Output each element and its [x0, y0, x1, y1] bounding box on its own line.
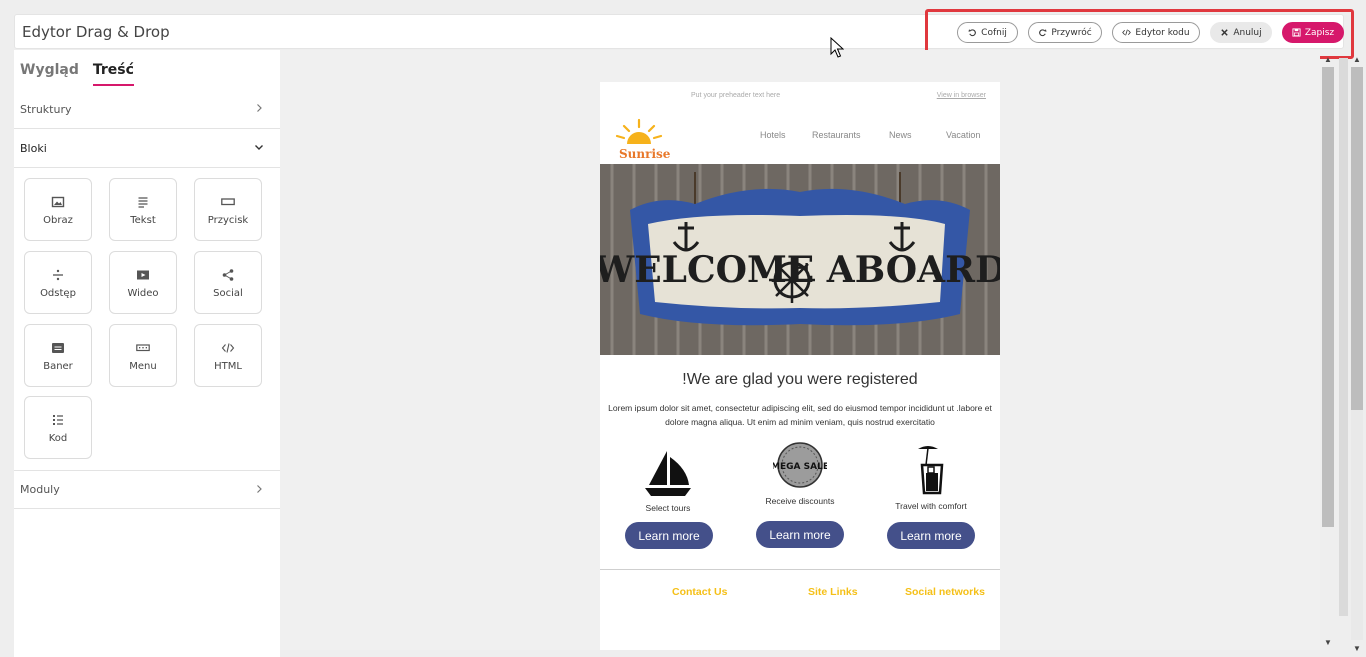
- feature-text: Travel with comfort: [895, 501, 967, 511]
- inner-scrollbar-track[interactable]: [1339, 58, 1348, 616]
- spacer-icon: [53, 269, 63, 281]
- nav-restaurants[interactable]: Restaurants: [812, 130, 861, 140]
- block-social-label: Social: [213, 288, 243, 299]
- code-editor-label: Edytor kodu: [1135, 27, 1190, 38]
- html-icon: [221, 343, 235, 353]
- tab-appearance[interactable]: Wygląd: [20, 62, 79, 86]
- footer-link-site-links[interactable]: Site Links: [808, 586, 858, 598]
- block-video-label: Wideo: [127, 288, 159, 299]
- footer-link-social[interactable]: Social networks: [905, 586, 985, 598]
- scroll-up-arrow-icon[interactable]: ▲: [1324, 55, 1332, 64]
- banner-icon: [52, 343, 64, 353]
- hero-image: WELCOME ABOARD: [600, 164, 1000, 355]
- section-blocks-label: Bloki: [20, 141, 47, 155]
- block-html[interactable]: HTML: [194, 324, 262, 387]
- editor-title: Edytor Drag & Drop: [22, 23, 170, 41]
- feature-select-tours: Select tours: [603, 445, 733, 513]
- section-blocks[interactable]: Bloki: [14, 129, 280, 168]
- feature-text: Receive discounts: [765, 496, 835, 506]
- cocktail-icon: [918, 446, 944, 495]
- cancel-button[interactable]: Anuluj: [1210, 22, 1272, 43]
- close-icon: [1221, 29, 1229, 36]
- footer-divider: [600, 569, 1000, 570]
- nav-hotels[interactable]: Hotels: [760, 130, 786, 140]
- block-image[interactable]: Obraz: [24, 178, 92, 241]
- nav-news[interactable]: News: [889, 130, 912, 140]
- footer-link-contact[interactable]: Contact Us: [672, 586, 727, 598]
- scroll-down-arrow-icon[interactable]: ▼: [1324, 638, 1332, 647]
- email-body-text: Lorem ipsum dolor sit amet, consectetur …: [608, 403, 992, 427]
- text-icon: [138, 197, 148, 208]
- section-modules-label: Moduly: [20, 483, 60, 496]
- mega-sale-icon: MEGA SALE: [773, 442, 827, 488]
- mouse-cursor-icon: [830, 37, 844, 58]
- image-icon: [51, 196, 65, 208]
- undo-icon: [968, 29, 977, 37]
- redo-label: Przywróć: [1051, 27, 1092, 38]
- block-button[interactable]: Przycisk: [194, 178, 262, 241]
- chevron-down-icon: [255, 145, 263, 150]
- section-structures-label: Struktury: [20, 102, 72, 116]
- sidebar-tabs: Wygląd Treść: [20, 62, 134, 86]
- block-button-label: Przycisk: [207, 215, 249, 226]
- nav-vacation[interactable]: Vacation: [946, 130, 980, 140]
- undo-label: Cofnij: [981, 27, 1007, 38]
- menu-icon: [136, 344, 150, 352]
- preheader-text: Put your preheader text here: [691, 92, 781, 99]
- mega-sale-badge: MEGA SALE: [773, 462, 827, 472]
- tab-content[interactable]: Treść: [92, 62, 134, 86]
- chevron-right-icon: [257, 104, 262, 112]
- save-label: Zapisz: [1304, 27, 1335, 38]
- scroll-up-arrow-icon[interactable]: ▲: [1353, 55, 1361, 64]
- view-in-browser-link[interactable]: View in browser: [937, 92, 986, 99]
- block-code-label: Kod: [48, 433, 68, 444]
- page-scrollbar-track[interactable]: [1351, 410, 1363, 640]
- block-banner-label: Baner: [43, 361, 73, 372]
- page-scrollbar-thumb[interactable]: [1351, 67, 1363, 410]
- undo-button[interactable]: Cofnij: [957, 22, 1018, 43]
- code-icon: [1122, 29, 1132, 36]
- code-editor-button[interactable]: Edytor kodu: [1112, 22, 1200, 43]
- save-button[interactable]: Zapisz: [1282, 22, 1344, 43]
- sidebar: Wygląd Treść Struktury Bloki Obraz Tekst…: [14, 50, 280, 657]
- cancel-label: Anuluj: [1233, 27, 1262, 38]
- redo-button[interactable]: Przywróć: [1028, 22, 1102, 43]
- block-menu[interactable]: Menu: [109, 324, 177, 387]
- feature-receive-discounts: MEGA SALE Receive discounts: [735, 442, 865, 506]
- block-text-label: Tekst: [130, 215, 156, 226]
- section-modules[interactable]: Moduly: [14, 470, 280, 509]
- block-social[interactable]: Social: [194, 251, 262, 314]
- inner-scrollbar-thumb[interactable]: [1322, 67, 1334, 527]
- button-icon: [221, 198, 235, 206]
- section-structures[interactable]: Struktury: [14, 90, 280, 129]
- feature-travel-comfort: Travel with comfort: [866, 445, 996, 511]
- chevron-right-icon: [257, 485, 262, 493]
- block-video[interactable]: Wideo: [109, 251, 177, 314]
- block-spacer-label: Odstęp: [40, 288, 76, 299]
- block-code[interactable]: Kod: [24, 396, 92, 459]
- logo-text: Sunrise: [619, 147, 671, 161]
- block-text[interactable]: Tekst: [109, 178, 177, 241]
- scroll-down-arrow-icon[interactable]: ▼: [1353, 644, 1361, 653]
- learn-more-button[interactable]: Learn more: [887, 522, 975, 549]
- block-banner[interactable]: Baner: [24, 324, 92, 387]
- floppy-disk-icon: [1292, 28, 1301, 37]
- sailboat-icon: [645, 451, 691, 496]
- learn-more-button[interactable]: Learn more: [625, 522, 713, 549]
- list-icon: [53, 415, 63, 425]
- block-menu-label: Menu: [129, 361, 157, 372]
- block-spacer[interactable]: Odstęp: [24, 251, 92, 314]
- video-icon: [137, 270, 149, 280]
- email-preview[interactable]: Put your preheader text here View in bro…: [600, 82, 1000, 650]
- block-html-label: HTML: [214, 361, 242, 372]
- share-icon: [222, 269, 234, 281]
- block-image-label: Obraz: [43, 215, 73, 226]
- feature-text: Select tours: [645, 503, 691, 513]
- learn-more-button[interactable]: Learn more: [756, 521, 844, 548]
- hero-sign-text: WELCOME ABOARD: [600, 249, 1000, 291]
- email-heading: !We are glad you were registered: [682, 371, 918, 388]
- redo-icon: [1039, 29, 1047, 37]
